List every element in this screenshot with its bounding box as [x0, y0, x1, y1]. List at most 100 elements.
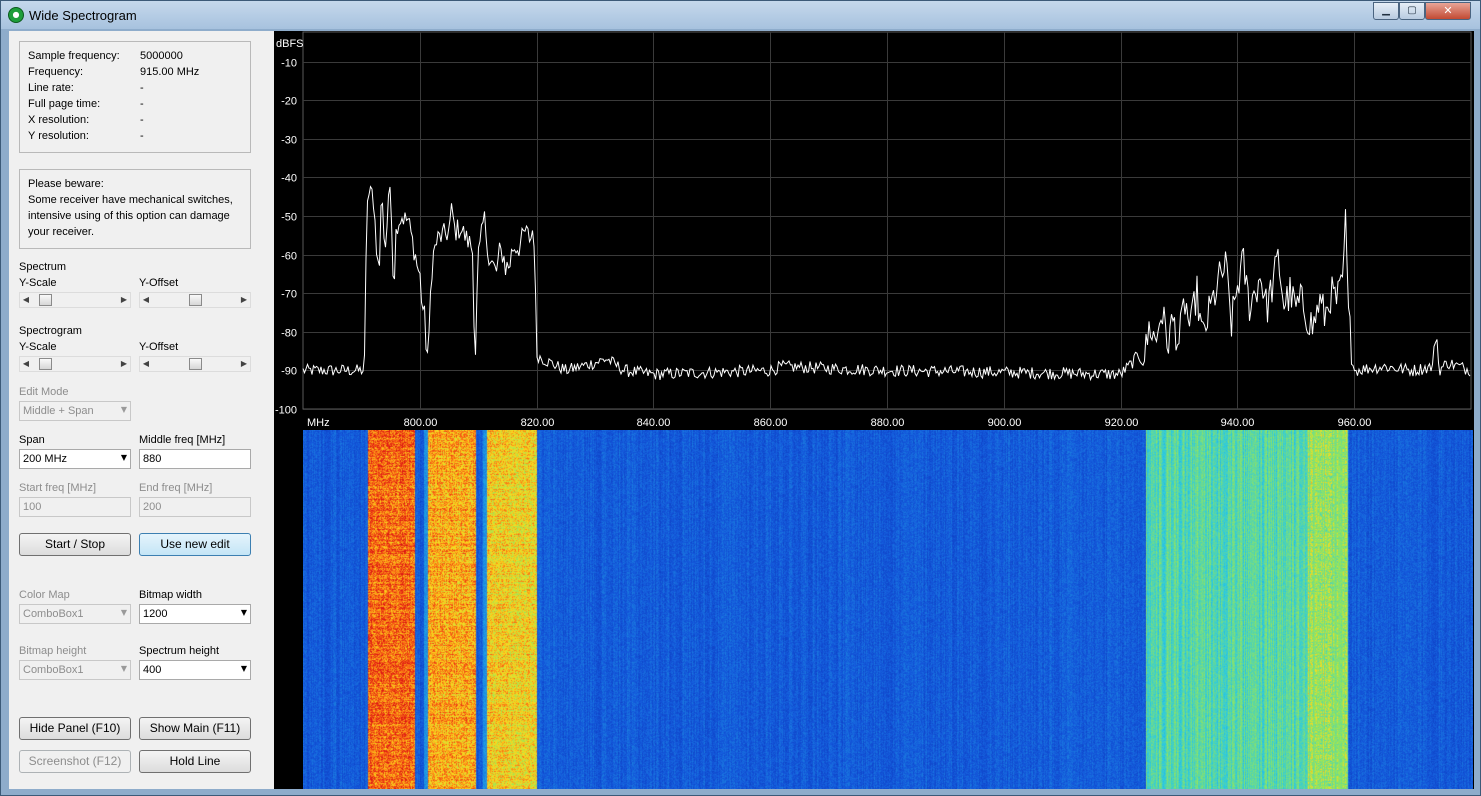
x-tick-label: 900.00 [988, 417, 1022, 429]
slider-thumb[interactable] [38, 294, 52, 306]
y-tick-label: -100 [275, 405, 297, 417]
info-value: - [140, 130, 144, 142]
hide-panel-button[interactable]: Hide Panel (F10) [19, 717, 131, 740]
chevron-down-icon[interactable]: ▼ [241, 664, 247, 673]
y-tick-label: -30 [281, 135, 297, 147]
spectrogram-section-label: Spectrogram [19, 325, 82, 337]
chevron-down-icon[interactable]: ▼ [241, 608, 247, 617]
start-stop-button[interactable]: Start / Stop [19, 533, 131, 556]
window-title: Wide Spectrogram [29, 8, 137, 23]
info-group: Sample frequency: 5000000 Frequency: 915… [19, 41, 251, 153]
warning-line: Some receiver have mechanical switches, [28, 194, 233, 206]
bitmap-width-value: 1200 [143, 608, 168, 620]
slider-right-arrow-icon[interactable]: ▶ [239, 293, 249, 307]
app-eye-icon: ● [8, 7, 24, 23]
x-tick-label: 860.00 [754, 417, 788, 429]
show-main-button[interactable]: Show Main (F11) [139, 717, 251, 740]
info-value: 915.00 MHz [140, 66, 200, 78]
bitmap-height-select[interactable]: ComboBox1 ▼ [19, 660, 131, 680]
chevron-down-icon[interactable]: ▼ [121, 453, 127, 462]
x-tick-label: 960.00 [1338, 417, 1372, 429]
bitmap-width-label: Bitmap width [139, 589, 202, 601]
spectrogram-yscale-slider[interactable]: ◀ ▶ [19, 356, 131, 372]
span-label: Span [19, 434, 45, 446]
slider-thumb[interactable] [38, 358, 52, 370]
close-button[interactable]: ✕ [1425, 2, 1471, 20]
client-area: Sample frequency: 5000000 Frequency: 915… [9, 31, 1474, 789]
spectrum-height-value: 400 [143, 664, 162, 676]
span-select[interactable]: 200 MHz ▼ [19, 449, 131, 469]
warning-group: Please beware: Some receiver have mechan… [19, 169, 251, 249]
minimize-button[interactable]: ▁ [1373, 2, 1399, 20]
slider-left-arrow-icon[interactable]: ◀ [141, 357, 151, 371]
info-label: Line rate: [28, 82, 74, 94]
end-freq-input[interactable]: 200 [139, 497, 251, 517]
info-label: X resolution: [28, 114, 90, 126]
y-axis-label: dBFS [276, 38, 304, 50]
info-value: - [140, 98, 144, 110]
info-label: Y resolution: [28, 130, 89, 142]
spectrum-height-label: Spectrum height [139, 645, 220, 657]
spectrum-yoffset-slider[interactable]: ◀ ▶ [139, 292, 251, 308]
slider-right-arrow-icon[interactable]: ▶ [119, 357, 129, 371]
color-map-label: Color Map [19, 589, 70, 601]
spectrum-yscale-label: Y-Scale [19, 277, 57, 289]
use-new-edit-button[interactable]: Use new edit [139, 533, 251, 556]
y-tick-label: -40 [281, 173, 297, 185]
screenshot-button[interactable]: Screenshot (F12) [19, 750, 131, 773]
warning-line: intensive using of this option can damag… [28, 210, 230, 222]
spectrum-height-select[interactable]: 400 ▼ [139, 660, 251, 680]
middle-freq-input[interactable]: 880 [139, 449, 251, 469]
settings-panel: Sample frequency: 5000000 Frequency: 915… [9, 31, 273, 789]
y-tick-label: -80 [281, 328, 297, 340]
y-tick-label: -10 [281, 58, 297, 70]
chevron-down-icon[interactable]: ▼ [121, 608, 127, 617]
x-tick-label: 880.00 [871, 417, 905, 429]
x-tick-label: 820.00 [521, 417, 555, 429]
slider-thumb[interactable] [188, 294, 202, 306]
color-map-value: ComboBox1 [23, 608, 84, 620]
info-label: Sample frequency: [28, 50, 120, 62]
spectrogram-waterfall[interactable] [303, 430, 1473, 789]
spectrum-display[interactable]: -10 -20 -30 -40 -50 -60 -70 -80 -90 -100 800.00 820… [274, 31, 1474, 789]
middle-freq-label: Middle freq [MHz] [139, 434, 226, 446]
spectrogram-yoffset-label: Y-Offset [139, 341, 179, 353]
info-value: - [140, 114, 144, 126]
slider-left-arrow-icon[interactable]: ◀ [141, 293, 151, 307]
x-axis-label: MHz [307, 417, 330, 429]
slider-thumb[interactable] [188, 358, 202, 370]
bitmap-width-select[interactable]: 1200 ▼ [139, 604, 251, 624]
start-freq-input[interactable]: 100 [19, 497, 131, 517]
x-tick-label: 940.00 [1221, 417, 1255, 429]
edit-mode-label: Edit Mode [19, 386, 69, 398]
info-value: 5000000 [140, 50, 183, 62]
edit-mode-select[interactable]: Middle + Span ▼ [19, 401, 131, 421]
slider-right-arrow-icon[interactable]: ▶ [119, 293, 129, 307]
spectrum-chart[interactable]: -10 -20 -30 -40 -50 -60 -70 -80 -90 -100 800.00 820… [274, 31, 1474, 430]
bitmap-height-label: Bitmap height [19, 645, 87, 657]
maximize-button[interactable]: ▢ [1399, 2, 1425, 20]
spectrogram-yscale-label: Y-Scale [19, 341, 57, 353]
chevron-down-icon[interactable]: ▼ [121, 664, 127, 673]
y-tick-label: -60 [281, 251, 297, 263]
info-value: - [140, 82, 144, 94]
app-window: ● Wide Spectrogram ▁ ▢ ✕ Sample frequenc… [0, 0, 1481, 796]
slider-left-arrow-icon[interactable]: ◀ [21, 357, 31, 371]
spectrum-section-label: Spectrum [19, 261, 67, 273]
span-value: 200 MHz [23, 453, 68, 465]
start-freq-label: Start freq [MHz] [19, 482, 97, 494]
warning-line: Please beware: [28, 178, 104, 190]
slider-right-arrow-icon[interactable]: ▶ [239, 357, 249, 371]
color-map-select[interactable]: ComboBox1 ▼ [19, 604, 131, 624]
spectrogram-yoffset-slider[interactable]: ◀ ▶ [139, 356, 251, 372]
info-label: Full page time: [28, 98, 101, 110]
hold-line-button[interactable]: Hold Line [139, 750, 251, 773]
spectrum-yscale-slider[interactable]: ◀ ▶ [19, 292, 131, 308]
slider-left-arrow-icon[interactable]: ◀ [21, 293, 31, 307]
chevron-down-icon[interactable]: ▼ [121, 405, 127, 414]
y-tick-label: -90 [281, 366, 297, 378]
x-tick-label: 840.00 [637, 417, 671, 429]
y-tick-label: -50 [281, 212, 297, 224]
title-bar[interactable]: ● Wide Spectrogram ▁ ▢ ✕ [1, 1, 1480, 29]
info-label: Frequency: [28, 66, 84, 78]
